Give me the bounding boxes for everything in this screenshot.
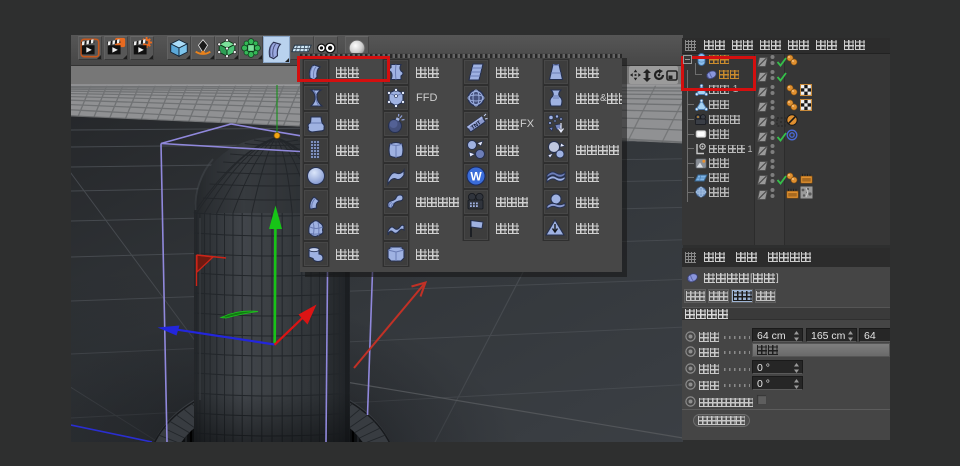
svg-text:W: W xyxy=(470,170,482,184)
